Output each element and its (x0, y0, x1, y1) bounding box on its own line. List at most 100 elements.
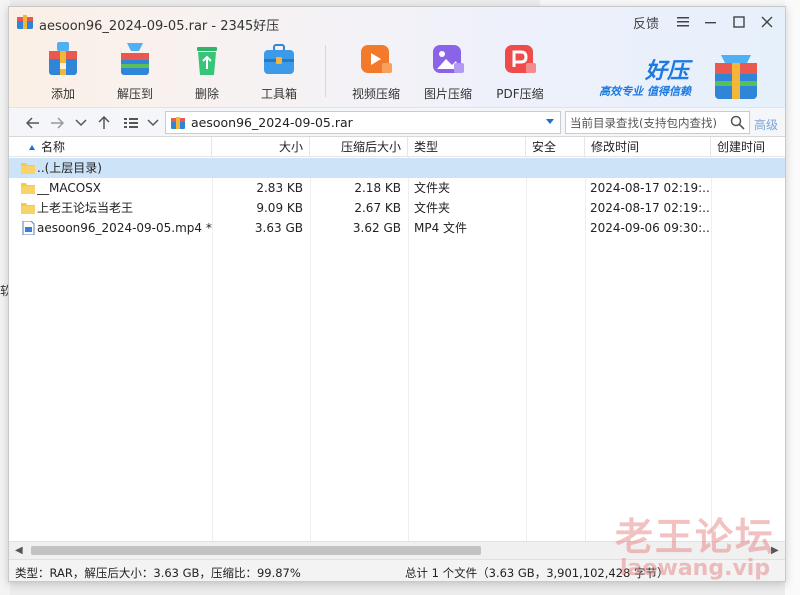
extract-to-button[interactable]: 解压到 (99, 39, 171, 105)
folder-icon (21, 163, 35, 174)
pdf-compress-button[interactable]: PDF压缩 (484, 39, 556, 105)
sort-ascending-icon (29, 145, 35, 150)
archive-info: 类型：RAR，解压后大小：3.63 GB，压缩比：99.87% (15, 566, 301, 580)
folder-icon (21, 203, 35, 214)
arrow-left-icon (26, 117, 39, 129)
file-modified: 2024-08-17 02:19:... (590, 181, 710, 195)
file-modified: 2024-08-17 02:19:... (590, 201, 710, 215)
scrollbar-thumb[interactable] (31, 546, 481, 555)
toolbox-button[interactable]: 工具箱 (243, 39, 315, 105)
column-header-modified[interactable]: 修改时间 (585, 137, 711, 157)
watermark-url: laowang.vip (620, 556, 771, 581)
delete-button[interactable]: 删除 (171, 39, 243, 105)
list-view-icon (124, 118, 138, 128)
view-mode-button[interactable] (121, 113, 141, 133)
rar-file-icon (171, 116, 185, 129)
up-button[interactable] (94, 113, 114, 133)
archive-window: aesoon96_2024-09-05.rar - 2345好压 反馈 添加 解… (8, 6, 786, 582)
add-box-icon (49, 42, 77, 75)
main-toolbar: 添加 解压到 删除 工具箱 视频压缩 图片压缩 PDF压缩 (27, 39, 556, 105)
title-bar[interactable]: aesoon96_2024-09-05.rar - 2345好压 反馈 (9, 7, 785, 37)
file-name: aesoon96_2024-09-05.mp4 * (37, 221, 212, 235)
file-size: 9.09 KB (256, 201, 303, 215)
close-icon (761, 16, 773, 28)
search-input[interactable] (566, 112, 726, 133)
video-compress-label: 视频压缩 (351, 87, 400, 101)
file-size: 2.83 KB (256, 181, 303, 195)
video-file-icon (22, 221, 35, 235)
add-button[interactable]: 添加 (27, 39, 99, 105)
file-list: 名称 大小 压缩后大小 类型 安全 修改时间 创建时间 ..(上层目录) __M… (9, 137, 785, 541)
chevron-down-icon (147, 119, 159, 127)
brand-archive-icon (715, 55, 757, 99)
address-bar: aesoon96_2024-09-05.rar 高级 (9, 107, 785, 137)
column-header-packed-size[interactable]: 压缩后大小 (310, 137, 408, 157)
close-button[interactable] (753, 11, 781, 33)
pdf-compress-label: PDF压缩 (496, 87, 544, 101)
path-combobox[interactable]: aesoon96_2024-09-05.rar (165, 111, 561, 134)
scroll-left-icon[interactable]: ◀ (15, 546, 25, 556)
file-type: 文件夹 (414, 201, 451, 215)
recycle-icon (197, 47, 217, 75)
desktop-right-edge (785, 0, 800, 595)
view-mode-dropdown[interactable] (143, 113, 163, 133)
feedback-link[interactable]: 反馈 (633, 13, 659, 32)
toolbox-icon (264, 44, 294, 74)
table-header: 名称 大小 压缩后大小 类型 安全 修改时间 创建时间 (9, 137, 785, 157)
history-dropdown[interactable] (71, 113, 91, 133)
table-row[interactable]: aesoon96_2024-09-05.mp4 * 3.63 GB 3.62 G… (9, 218, 785, 238)
brand-slogan: 高效专业 值得信赖 (599, 85, 691, 98)
advanced-search-link[interactable]: 高级 (754, 116, 778, 133)
file-packed-size: 2.67 KB (354, 201, 401, 215)
toolbar-divider (325, 45, 326, 97)
add-label: 添加 (50, 87, 75, 101)
pdf-compress-icon (505, 45, 536, 73)
forward-button[interactable] (47, 113, 67, 133)
file-type: MP4 文件 (414, 221, 468, 235)
arrow-up-icon (98, 116, 110, 129)
search-box[interactable] (565, 111, 750, 134)
table-row[interactable]: 上老王论坛当老王 9.09 KB 2.67 KB 文件夹 2024-08-17 … (9, 198, 785, 218)
video-compress-icon (361, 45, 392, 73)
toolbox-label: 工具箱 (260, 87, 297, 101)
image-compress-icon (433, 45, 464, 73)
column-header-type[interactable]: 类型 (408, 137, 526, 157)
file-packed-size: 2.18 KB (354, 181, 401, 195)
path-dropdown-arrow-icon[interactable] (546, 119, 554, 124)
delete-label: 删除 (194, 87, 219, 101)
column-header-name[interactable]: 名称 (9, 137, 212, 157)
minimize-icon (705, 22, 716, 24)
brand-area: 好压 高效专业 值得信赖 (599, 47, 777, 103)
maximize-button[interactable] (725, 11, 753, 33)
image-compress-label: 图片压缩 (423, 87, 472, 101)
file-modified: 2024-09-06 09:30:... (590, 221, 710, 235)
file-type: 文件夹 (414, 181, 451, 195)
back-button[interactable] (23, 113, 43, 133)
video-compress-button[interactable]: 视频压缩 (340, 39, 412, 105)
file-packed-size: 3.62 GB (352, 221, 401, 235)
file-name: __MACOSX (37, 181, 102, 195)
table-row[interactable]: __MACOSX 2.83 KB 2.18 KB 文件夹 2024-08-17 … (9, 178, 785, 198)
file-size: 3.63 GB (254, 221, 303, 235)
extract-to-label: 解压到 (116, 87, 153, 101)
app-logo-icon (17, 15, 33, 29)
maximize-icon (733, 16, 745, 28)
search-icon[interactable] (730, 115, 745, 130)
watermark-text: 老王论坛 (615, 515, 776, 559)
file-name: 上老王论坛当老王 (37, 201, 134, 215)
image-compress-button[interactable]: 图片压缩 (412, 39, 484, 105)
column-header-created[interactable]: 创建时间 (711, 137, 785, 157)
extract-box-icon (121, 43, 149, 75)
path-text: aesoon96_2024-09-05.rar (191, 115, 353, 130)
table-row-parent-dir[interactable]: ..(上层目录) (9, 158, 785, 178)
window-controls: 反馈 (633, 11, 781, 33)
column-header-size[interactable]: 大小 (212, 137, 310, 157)
brand-title: 好压 (644, 59, 689, 84)
column-header-security[interactable]: 安全 (526, 137, 585, 157)
hamburger-icon (677, 17, 689, 27)
file-name: ..(上层目录) (37, 161, 102, 175)
minimize-button[interactable] (697, 11, 725, 33)
folder-icon (21, 183, 35, 194)
arrow-right-icon (51, 117, 64, 129)
menu-button[interactable] (669, 11, 697, 33)
